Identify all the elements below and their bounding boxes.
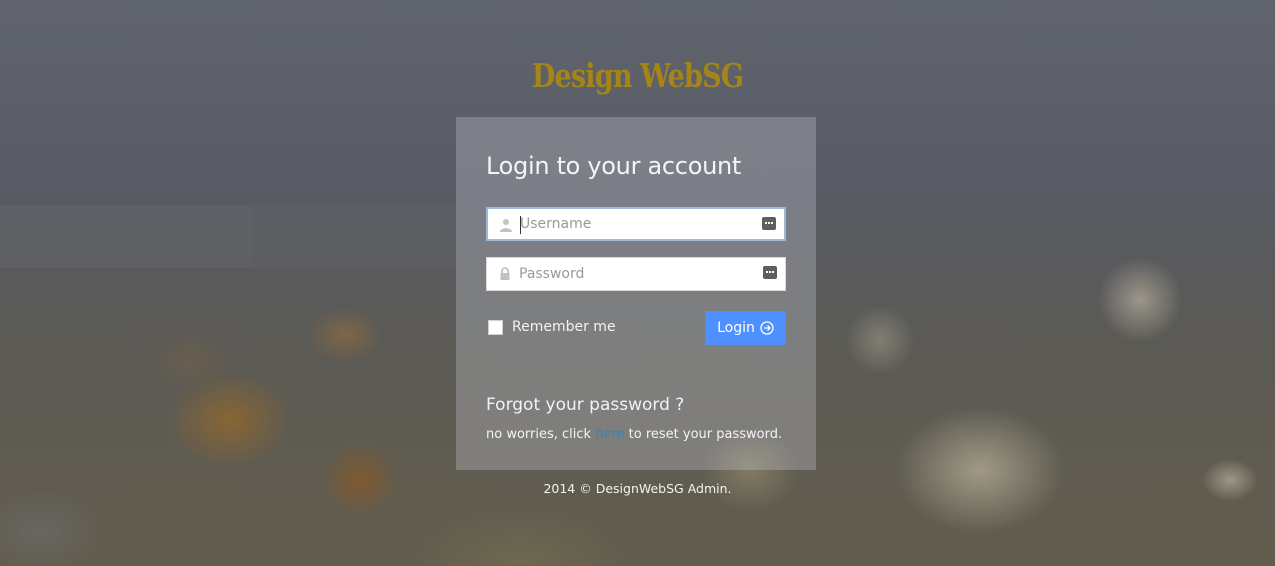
checkbox[interactable]	[488, 319, 503, 335]
brand-logo: Design WebSG	[531, 56, 744, 95]
username-input[interactable]	[520, 209, 750, 239]
login-title: Login to your account	[486, 152, 742, 180]
login-button-label: Login	[717, 320, 755, 336]
user-icon	[500, 219, 512, 232]
username-field[interactable]	[486, 207, 786, 241]
password-field[interactable]	[486, 257, 786, 291]
forgot-password-title: Forgot your password ?	[486, 395, 685, 415]
copyright-footer: 2014 © DesignWebSG Admin.	[543, 481, 732, 496]
forgot-text-after: to reset your password.	[628, 427, 783, 442]
arrow-circle-right-icon	[760, 321, 774, 335]
login-form: Login to your account Remember me Login	[456, 117, 816, 470]
keyboard-icon[interactable]	[762, 217, 776, 230]
reset-password-link[interactable]: here	[595, 427, 624, 442]
login-page: Design WebSG Login to your account Remem…	[0, 0, 1275, 566]
password-input[interactable]	[519, 258, 749, 290]
forgot-text-before: no worries, click	[486, 427, 592, 442]
remember-me-label: Remember me	[512, 319, 616, 335]
lock-icon	[500, 267, 510, 280]
login-button[interactable]: Login	[705, 311, 786, 345]
remember-me-checkbox[interactable]: Remember me	[488, 319, 616, 335]
background-panel	[252, 205, 456, 268]
forgot-password-text: no worries, click here to reset your pas…	[486, 427, 782, 442]
keyboard-icon[interactable]	[763, 266, 777, 279]
background-panel	[0, 205, 252, 268]
